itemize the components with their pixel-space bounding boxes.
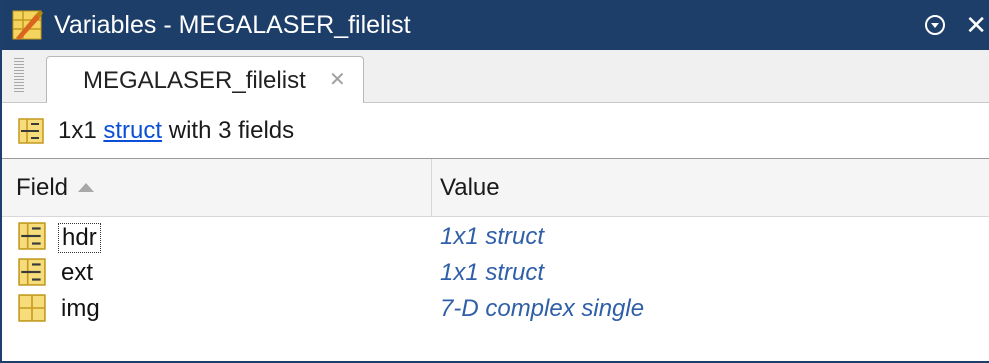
struct-summary: 1x1 struct with 3 fields xyxy=(58,117,294,145)
struct-summary-bar: 1x1 struct with 3 fields xyxy=(2,103,989,159)
window-title: Variables - MEGALASER_filelist xyxy=(54,10,411,39)
sort-ascending-icon xyxy=(78,183,95,192)
column-value-label: Value xyxy=(440,173,500,201)
field-value[interactable]: 7-D complex single xyxy=(440,295,644,323)
tab-megalaser-filelist[interactable]: MEGALASER_filelist ✕ xyxy=(46,56,364,104)
table-row[interactable]: hdr 1x1 struct xyxy=(2,219,989,255)
drag-grip-icon[interactable] xyxy=(14,58,24,92)
column-header-field[interactable]: Field xyxy=(2,159,432,216)
field-name[interactable]: img xyxy=(58,295,103,323)
summary-suffix: with 3 fields xyxy=(162,116,295,144)
column-header-value[interactable]: Value xyxy=(440,159,500,216)
struct-icon xyxy=(18,258,46,286)
table-row[interactable]: ext 1x1 struct xyxy=(2,255,989,291)
matlab-variables-icon xyxy=(12,10,43,40)
array-icon xyxy=(18,294,46,322)
tab-strip: MEGALASER_filelist ✕ xyxy=(2,50,989,104)
summary-prefix: 1x1 xyxy=(58,116,104,144)
field-name[interactable]: ext xyxy=(58,259,96,287)
table-row[interactable]: img 7-D complex single xyxy=(2,291,989,327)
variables-window: Variables - MEGALASER_filelist ✕ MEGALAS… xyxy=(0,0,989,363)
table-header: Field Value xyxy=(2,159,989,217)
struct-icon xyxy=(18,117,44,144)
struct-link[interactable]: struct xyxy=(103,117,162,144)
tab-label: MEGALASER_filelist xyxy=(83,67,306,94)
struct-icon xyxy=(18,222,46,250)
field-list: hdr 1x1 struct ext 1x1 struct img 7-D co… xyxy=(2,219,989,327)
field-value[interactable]: 1x1 struct xyxy=(440,223,544,251)
field-value[interactable]: 1x1 struct xyxy=(440,259,544,287)
title-bar[interactable]: Variables - MEGALASER_filelist ✕ xyxy=(2,0,989,50)
field-name[interactable]: hdr xyxy=(58,223,101,253)
close-icon[interactable]: ✕ xyxy=(965,12,987,38)
tab-close-icon[interactable]: ✕ xyxy=(329,67,346,92)
column-field-label: Field xyxy=(16,173,69,201)
circle-chevron-down-icon[interactable] xyxy=(925,15,946,35)
